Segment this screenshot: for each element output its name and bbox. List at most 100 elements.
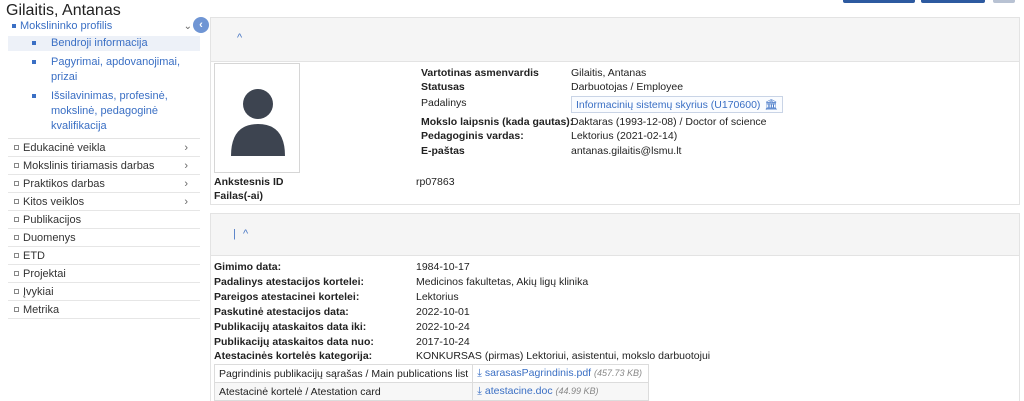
- top-action-button-1[interactable]: [843, 0, 915, 3]
- old-id-label: Ankstesnis ID: [214, 176, 284, 188]
- square-icon: [14, 181, 19, 186]
- square-icon: [14, 271, 19, 276]
- field-value: Gilaitis, Antanas: [571, 67, 647, 79]
- square-icon: [14, 163, 19, 168]
- bullet-icon: [12, 24, 16, 28]
- menu-label: ETD: [23, 249, 45, 262]
- chevron-right-icon[interactable]: ›: [184, 196, 188, 208]
- field-label: Mokslo laipsnis (kada gautas):: [421, 116, 574, 128]
- avatar: [214, 63, 300, 173]
- sidebar-item-other[interactable]: Kitos veiklos ›: [8, 193, 200, 211]
- sidebar-sub-item-label: Pagyrimai, apdovanojimai, prizai: [51, 56, 181, 83]
- field-label: Gimimo data:: [214, 261, 282, 273]
- field-value: Lektorius (2021-02-14): [571, 130, 678, 142]
- field-value: Daktaras (1993-12-08) / Doctor of scienc…: [571, 116, 767, 128]
- sidebar: Mokslininko profilis ⌄ Bendroji informac…: [8, 18, 200, 319]
- field-value: 2017-10-24: [416, 336, 470, 348]
- menu-label: Duomenys: [23, 231, 76, 244]
- attestation-panel: | ^ Gimimo data: 1984-10-17 Padalinys at…: [210, 213, 1020, 401]
- square-icon: [14, 199, 19, 204]
- attachment-name: Atestacinė kortelė / Atestation card: [213, 382, 474, 401]
- square-icon: [14, 307, 19, 312]
- field-label: Publikacijų ataskaitos data iki:: [214, 321, 367, 333]
- attachments-table: Pagrindinis publikacijų sąrašas / Main p…: [213, 364, 650, 401]
- menu-label: Kitos veiklos: [23, 195, 85, 208]
- field-label: Publikacijų ataskaitos data nuo:: [214, 336, 374, 348]
- field-value: Lektorius: [416, 291, 459, 303]
- sidebar-sub-item-general[interactable]: Bendroji informacija: [8, 36, 200, 51]
- sidebar-item-publications[interactable]: Publikacijos: [8, 211, 200, 229]
- sidebar-sub-item-education[interactable]: Išsilavinimas, profesinė, mokslinė, peda…: [8, 89, 200, 134]
- top-action-button-2[interactable]: [921, 0, 985, 3]
- menu-label: Praktikos darbas: [23, 177, 105, 190]
- attachment-file-link[interactable]: sarasasPagrindinis.pdf: [485, 367, 591, 379]
- top-action-button-3[interactable]: [993, 0, 1015, 3]
- field-value: KONKURSAS (pirmas) Lektoriui, asistentui…: [416, 350, 711, 362]
- sidebar-item-etd[interactable]: ETD: [8, 247, 200, 265]
- sidebar-item-education[interactable]: Edukacinė veikla ›: [8, 139, 200, 157]
- chevron-down-icon[interactable]: ⌄: [184, 21, 192, 32]
- menu-label: Edukacinė veikla: [23, 141, 106, 154]
- square-bullet-icon: [32, 94, 36, 98]
- sidebar-item-metrics[interactable]: Metrika: [8, 301, 200, 319]
- sidebar-menu: Edukacinė veikla › Mokslinis tiriamasis d…: [8, 138, 200, 319]
- attachment-name: Pagrindinis publikacijų sąrašas / Main p…: [213, 364, 474, 383]
- profile-panel-header[interactable]: ^: [211, 18, 1019, 62]
- chevron-right-icon[interactable]: ›: [184, 160, 188, 172]
- institution-icon: 🏛: [764, 99, 778, 111]
- sidebar-item-research[interactable]: Mokslinis tiriamasis darbas ›: [8, 157, 200, 175]
- attachment-size: (457.73 KB): [594, 368, 643, 378]
- field-value: Darbuotojas / Employee: [571, 81, 684, 93]
- attachment-file-cell[interactable]: ⤓ sarasasPagrindinis.pdf (457.73 KB): [472, 364, 650, 383]
- table-row: Atestacinė kortelė / Atestation card ⤓ at…: [213, 382, 650, 401]
- chevron-right-icon[interactable]: ›: [184, 178, 188, 190]
- attachment-file-cell[interactable]: ⤓ atestacine.doc (44.99 KB): [472, 382, 650, 401]
- menu-label: Mokslinis tiriamasis darbas: [23, 159, 155, 172]
- square-icon: [14, 217, 19, 222]
- sidebar-item-practice[interactable]: Praktikos darbas ›: [8, 175, 200, 193]
- sidebar-item-projects[interactable]: Projektai: [8, 265, 200, 283]
- menu-label: Metrika: [23, 303, 60, 316]
- sidebar-sub-item-awards[interactable]: Pagyrimai, apdovanojimai, prizai: [8, 55, 200, 85]
- square-bullet-icon: [32, 41, 36, 45]
- field-label: Pareigos atestacinei kortelei:: [214, 291, 360, 303]
- sidebar-sub-list: Bendroji informacija Pagyrimai, apdovano…: [8, 36, 200, 134]
- unit-link-label: Informacinių sistemų skyrius (U170600): [576, 98, 761, 111]
- field-label: E-paštas: [421, 145, 465, 157]
- field-label: Atestacinės kortelės kategorija:: [214, 350, 373, 362]
- square-icon: [14, 289, 19, 294]
- menu-label: Įvykiai: [23, 285, 54, 298]
- field-label: Paskutinė atestacijos data:: [214, 306, 349, 318]
- download-icon: ⤓: [477, 367, 482, 379]
- chevron-right-icon[interactable]: ›: [184, 142, 188, 154]
- chevron-left-icon: ‹: [199, 19, 203, 31]
- unit-link[interactable]: Informacinių sistemų skyrius (U170600) 🏛: [571, 96, 783, 113]
- user-silhouette-icon: [231, 89, 285, 156]
- attachment-size: (44.99 KB): [555, 386, 599, 396]
- attestation-panel-header[interactable]: | ^: [211, 214, 1019, 256]
- field-label: Padalinys atestacijos kortelei:: [214, 276, 364, 288]
- sidebar-section-label: Mokslininko profilis: [20, 20, 113, 32]
- old-id-value: rp07863: [416, 176, 455, 188]
- attachment-file-link[interactable]: atestacine.doc: [485, 385, 553, 397]
- field-value: antanas.gilaitis@lsmu.lt: [571, 145, 682, 157]
- sidebar-item-events[interactable]: Įvykiai: [8, 283, 200, 301]
- chevron-up-icon[interactable]: ^: [243, 228, 248, 240]
- field-value: 1984-10-17: [416, 261, 470, 273]
- chevron-up-icon[interactable]: ^: [237, 32, 242, 44]
- separator-icon: |: [233, 228, 236, 240]
- sidebar-sub-item-label: Bendroji informacija: [51, 37, 148, 49]
- sidebar-item-data[interactable]: Duomenys: [8, 229, 200, 247]
- sidebar-collapse-button[interactable]: ‹: [193, 17, 209, 33]
- sidebar-section-profile[interactable]: Mokslininko profilis ⌄: [8, 18, 200, 34]
- field-value: 2022-10-24: [416, 321, 470, 333]
- profile-panel: ^ Vartotinas asmenvardis Gilaitis, Antan…: [210, 17, 1020, 205]
- field-label: Pedagoginis vardas:: [421, 130, 524, 142]
- field-label: Vartotinas asmenvardis: [421, 67, 539, 79]
- files-label: Failas(-ai): [214, 190, 264, 202]
- field-label: Padalinys: [421, 97, 467, 109]
- sidebar-sub-item-label: Išsilavinimas, profesinė, mokslinė, peda…: [51, 90, 168, 132]
- square-icon: [14, 145, 19, 150]
- menu-label: Publikacijos: [23, 213, 82, 226]
- square-icon: [14, 253, 19, 258]
